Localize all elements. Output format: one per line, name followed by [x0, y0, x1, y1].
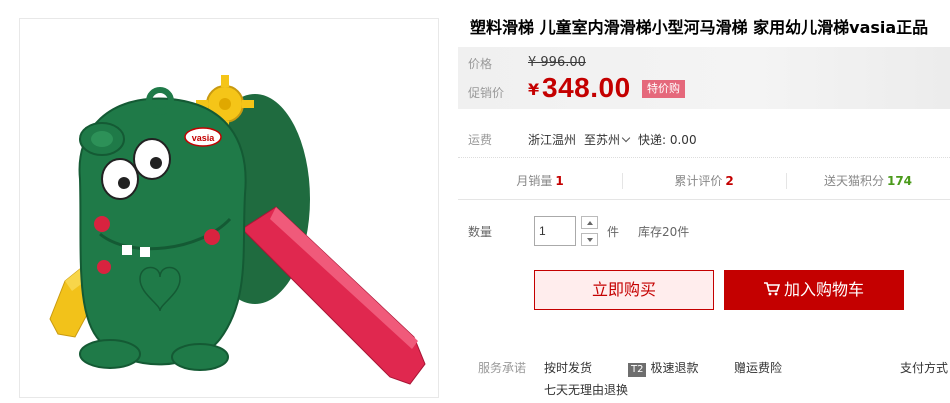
service-item[interactable]: T2 极速退款: [628, 359, 699, 377]
shipping-label: 运费: [468, 133, 493, 147]
quantity-increase-button[interactable]: [581, 216, 598, 229]
stat-label: 月销量: [516, 174, 553, 188]
promo-price-label: 促销价: [468, 86, 505, 100]
service-item[interactable]: 赠运费险: [734, 359, 782, 376]
stat-label: 送天猫积分: [823, 174, 884, 188]
service-item[interactable]: 按时发货: [544, 359, 592, 376]
service-item[interactable]: 七天无理由退换: [544, 381, 628, 398]
product-image[interactable]: vasia: [19, 18, 439, 398]
stat-tmall-points: 送天猫积分 174: [786, 162, 950, 199]
quantity-label: 数量: [468, 225, 493, 239]
quantity-input[interactable]: [534, 216, 576, 246]
t2-badge: T2: [628, 363, 647, 377]
promo-currency: ¥: [528, 80, 540, 99]
chevron-down-icon: [621, 133, 631, 143]
arrow-up-icon: [586, 220, 593, 225]
stat-total-reviews[interactable]: 累计评价 2: [622, 162, 786, 199]
quantity-unit: 件: [607, 225, 620, 239]
brand-logo-text: vasia: [192, 133, 216, 143]
shipping-destination-select[interactable]: 至苏州: [584, 131, 631, 148]
hippo-slide-illustration: vasia: [49, 75, 426, 385]
stat-monthly-sales: 月销量 1: [458, 162, 622, 199]
stat-value: 2: [725, 174, 734, 188]
payment-methods-label[interactable]: 支付方式: [900, 359, 948, 376]
buy-now-button[interactable]: 立即购买: [534, 270, 714, 310]
original-price: ¥ 996.00: [528, 55, 586, 70]
stock-count: 库存20件: [638, 225, 690, 239]
quantity-decrease-button[interactable]: [581, 233, 598, 246]
add-to-cart-button[interactable]: 加入购物车: [724, 270, 904, 310]
shipping-from: 浙江温州: [528, 133, 577, 147]
service-label: 服务承诺: [478, 361, 527, 375]
arrow-down-icon: [586, 237, 593, 242]
service-item-label: 极速退款: [650, 361, 699, 375]
shipping-destination-label: 至苏州: [584, 133, 621, 147]
add-to-cart-label: 加入购物车: [783, 280, 864, 299]
promo-badge: 特价购: [642, 80, 685, 98]
buy-now-label: 立即购买: [591, 280, 656, 299]
price-label: 价格: [468, 57, 493, 71]
price-panel: 价格 ¥ 996.00 促销价 ¥ 348.00 特价购: [458, 47, 950, 109]
shipping-row: 运费 浙江温州 至苏州 快递: 0.00: [458, 122, 950, 158]
sales-stats: 月销量 1 累计评价 2 送天猫积分 174: [458, 162, 950, 200]
promo-price: 348.00: [542, 72, 631, 103]
service-promises: 服务承诺 按时发货 T2 极速退款 赠运费险 支付方式 七天无理由退换: [458, 356, 950, 403]
stat-value: 174: [886, 174, 913, 188]
stat-label: 累计评价: [674, 174, 723, 188]
stat-value: 1: [555, 174, 564, 188]
shipping-fee: 快递: 0.00: [638, 133, 697, 147]
product-title: 塑料滑梯 儿童室内滑滑梯小型河马滑梯 家用幼儿滑梯vasia正品: [470, 18, 929, 37]
cart-icon: [763, 282, 780, 296]
